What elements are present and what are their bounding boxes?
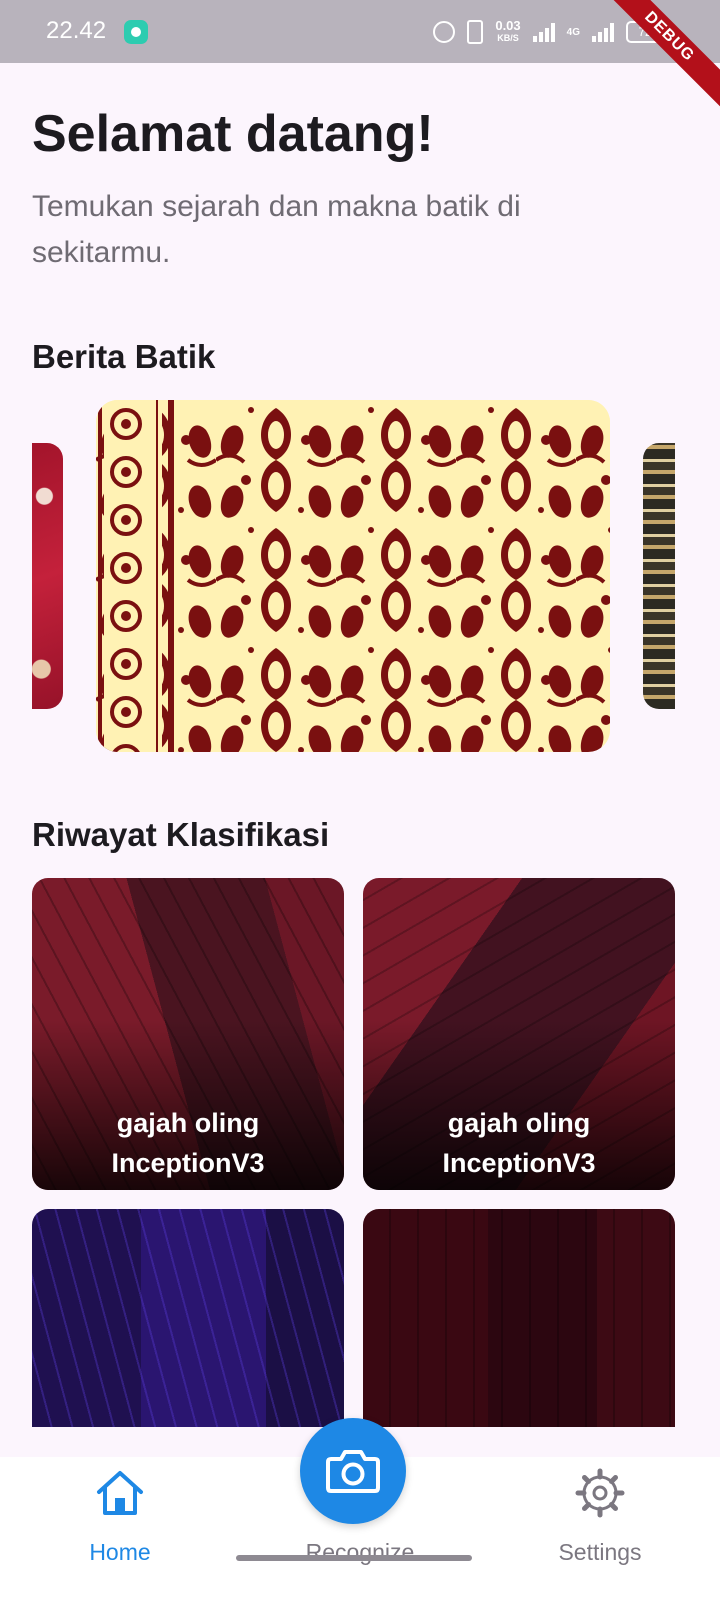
news-card-previous[interactable] [32, 443, 63, 709]
network-speed-value: 0.03 [495, 18, 521, 33]
status-time: 22.42 [46, 17, 107, 44]
network-speed-unit: KB/S [497, 33, 519, 43]
app-notification-icon [124, 20, 148, 44]
news-card-next[interactable] [643, 443, 675, 709]
history-card-motif: gajah oling [447, 1108, 591, 1138]
status-bar: 22.42 0.03 KB/S 4G 72 DEBUG [0, 0, 720, 107]
history-card[interactable] [363, 1209, 675, 1427]
nav-home-label: Home [89, 1539, 151, 1565]
history-card-model: InceptionV3 [442, 1148, 596, 1178]
home-indicator[interactable] [236, 1555, 472, 1561]
history-card-model: InceptionV3 [111, 1148, 265, 1178]
gear-icon [575, 1468, 625, 1518]
page-subtitle: Temukan sejarah dan makna batik di sekit… [32, 190, 521, 269]
history-section-title: Riwayat Klasifikasi [32, 816, 330, 853]
signal-icon [532, 22, 555, 42]
history-card[interactable]: gajah oling InceptionV3 [363, 878, 675, 1190]
status-icons: 0.03 KB/S 4G 72 [433, 14, 668, 50]
nav-recognize-label: Recognize [305, 1539, 415, 1565]
history-card[interactable] [32, 1209, 344, 1427]
network-speed: 0.03 KB/S [495, 18, 521, 44]
history-card-image [32, 1209, 344, 1427]
nav-home[interactable]: Home [20, 1457, 220, 1600]
nav-settings-label: Settings [558, 1539, 642, 1565]
news-carousel[interactable] [0, 400, 720, 752]
news-card-current[interactable] [96, 400, 610, 752]
camera-icon [326, 1450, 380, 1493]
batik-pattern-image [96, 400, 610, 752]
history-card[interactable]: gajah oling InceptionV3 [32, 878, 344, 1190]
recognize-camera-button[interactable] [300, 1418, 406, 1524]
history-card-motif: gajah oling [116, 1108, 260, 1138]
network-type: 4G [566, 26, 580, 38]
signal-icon-2 [592, 22, 614, 42]
vibrate-icon [467, 20, 484, 44]
news-section-title: Berita Batik [32, 338, 216, 375]
home-icon [97, 1471, 143, 1515]
history-card-image [363, 1209, 675, 1427]
page-title: Selamat datang! [32, 105, 434, 163]
alarm-icon [433, 21, 456, 43]
nav-settings[interactable]: Settings [500, 1457, 700, 1600]
